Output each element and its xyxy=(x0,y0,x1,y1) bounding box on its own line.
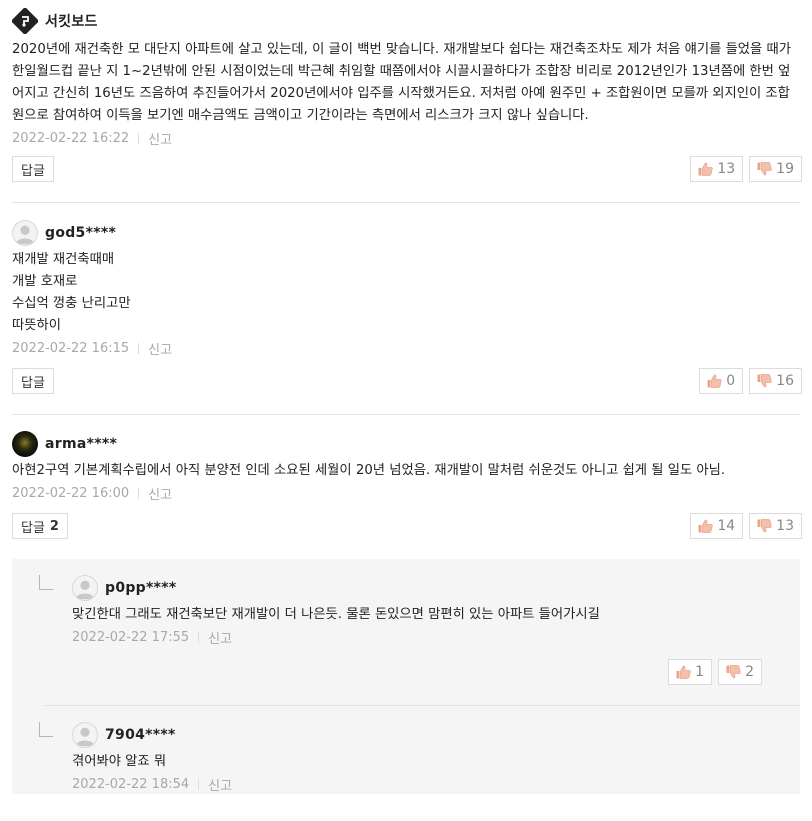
reply-comment: p0pp**** 맞긴한대 그래도 재건축보단 재개발이 더 나은듯. 물론 돈… xyxy=(12,575,800,685)
comment-text: 맞긴한대 그래도 재건축보단 재개발이 더 나은듯. 물론 돈있으면 맘편히 있… xyxy=(72,607,600,622)
comment-actions: 1 2 xyxy=(72,659,780,685)
dislike-button[interactable]: 19 xyxy=(749,156,802,182)
like-count: 14 xyxy=(717,518,736,534)
thumbs-down-icon xyxy=(757,519,772,533)
like-count: 13 xyxy=(717,161,736,177)
dislike-count: 2 xyxy=(745,664,754,680)
comment-text: 아현2구역 기본계획수립에서 아직 분양전 인데 소요된 세월이 20년 넘었음… xyxy=(12,463,726,478)
username[interactable]: 서킷보드 xyxy=(45,11,98,31)
comment-header: p0pp**** xyxy=(72,575,780,601)
reply-section: p0pp**** 맞긴한대 그래도 재건축보단 재개발이 더 나은듯. 물론 돈… xyxy=(12,559,800,794)
thumbs-up-icon xyxy=(698,162,714,176)
report-link[interactable]: 신고 xyxy=(148,484,172,503)
comment-date: 2022-02-22 16:15 xyxy=(12,340,130,356)
reply-button-label: 답글 xyxy=(21,520,45,536)
reply-button[interactable]: 답글 xyxy=(12,156,54,182)
thumbs-down-icon xyxy=(757,374,772,388)
vote-group: 1 2 xyxy=(668,659,762,685)
username[interactable]: 7904**** xyxy=(105,727,176,743)
comment-meta: 2022-02-22 16:22 신고 xyxy=(12,128,812,148)
thumbs-up-icon xyxy=(676,665,691,679)
reply-button[interactable]: 답글 2 xyxy=(12,513,68,539)
comment: arma**** 아현2구역 기본계획수립에서 아직 분양전 인데 소요된 세월… xyxy=(0,415,812,539)
like-button[interactable]: 0 xyxy=(699,368,744,394)
default-avatar-icon[interactable] xyxy=(72,722,98,748)
vote-group: 0 16 xyxy=(699,368,802,394)
reply-branch-icon xyxy=(39,575,53,590)
meta-divider xyxy=(138,132,140,144)
comment-actions: 답글 13 19 xyxy=(12,156,812,182)
comment-text: 2020년에 재건축한 모 대단지 아파트에 살고 있는데, 이 글이 백번 맞… xyxy=(12,42,796,123)
dislike-button[interactable]: 16 xyxy=(749,368,802,394)
thumbs-down-icon xyxy=(757,162,772,176)
meta-divider xyxy=(198,778,200,790)
comment-header: 7904**** xyxy=(72,722,780,748)
default-avatar-icon[interactable] xyxy=(12,220,38,246)
comment-date: 2022-02-22 18:54 xyxy=(72,776,190,792)
comment-meta: 2022-02-22 17:55 신고 xyxy=(72,627,780,647)
vote-group: 13 19 xyxy=(690,156,802,182)
report-link[interactable]: 신고 xyxy=(208,775,232,794)
like-button[interactable]: 1 xyxy=(668,659,713,685)
comment-text: 재개발 재건축때매 개발 호재로 수십억 껑충 난리고만 따뜻하이 xyxy=(12,252,131,333)
comment-meta: 2022-02-22 16:00 신고 xyxy=(12,483,812,503)
report-link[interactable]: 신고 xyxy=(148,129,172,148)
reply-button-label: 답글 xyxy=(21,375,45,391)
comment-header: god5**** xyxy=(12,220,812,246)
comment: god5**** 재개발 재건축때매 개발 호재로 수십억 껑충 난리고만 따뜻… xyxy=(0,203,812,394)
like-button[interactable]: 14 xyxy=(690,513,744,539)
user-photo-avatar[interactable] xyxy=(12,431,38,457)
dislike-count: 13 xyxy=(776,518,794,534)
dislike-count: 19 xyxy=(776,161,794,177)
comment-actions: 답글 2 14 13 xyxy=(12,513,812,539)
vote-group: 14 13 xyxy=(690,513,802,539)
thumbs-up-icon xyxy=(698,519,714,533)
comment-date: 2022-02-22 16:22 xyxy=(12,130,130,146)
comment-date: 2022-02-22 17:55 xyxy=(72,629,190,645)
circuit-board-logo-icon[interactable] xyxy=(12,8,38,34)
meta-divider xyxy=(138,342,140,354)
comment-date: 2022-02-22 16:00 xyxy=(12,485,130,501)
reply-comment: 7904**** 겪어봐야 알죠 뭐 2022-02-22 18:54 신고 xyxy=(12,706,800,794)
meta-divider xyxy=(198,631,200,643)
meta-divider xyxy=(138,487,140,499)
comment: 서킷보드 2020년에 재건축한 모 대단지 아파트에 살고 있는데, 이 글이… xyxy=(0,0,812,182)
comment-meta: 2022-02-22 18:54 신고 xyxy=(72,774,780,794)
reply-button-label: 답글 xyxy=(21,163,45,179)
username[interactable]: p0pp**** xyxy=(105,580,177,596)
username[interactable]: arma**** xyxy=(45,436,117,452)
reply-button[interactable]: 답글 xyxy=(12,368,54,394)
username[interactable]: god5**** xyxy=(45,225,116,241)
report-link[interactable]: 신고 xyxy=(148,339,172,358)
reply-count: 2 xyxy=(49,518,59,534)
dislike-button[interactable]: 2 xyxy=(718,659,762,685)
comment-actions: 답글 0 16 xyxy=(12,368,812,394)
report-link[interactable]: 신고 xyxy=(208,628,232,647)
comment-header: 서킷보드 xyxy=(12,8,812,34)
like-count: 1 xyxy=(695,664,705,680)
like-button[interactable]: 13 xyxy=(690,156,744,182)
comment-header: arma**** xyxy=(12,431,812,457)
thumbs-up-icon xyxy=(707,374,722,388)
default-avatar-icon[interactable] xyxy=(72,575,98,601)
comment-meta: 2022-02-22 16:15 신고 xyxy=(12,338,812,358)
comment-text: 겪어봐야 알죠 뭐 xyxy=(72,754,167,769)
dislike-button[interactable]: 13 xyxy=(749,513,802,539)
like-count: 0 xyxy=(726,373,736,389)
dislike-count: 16 xyxy=(776,373,794,389)
thumbs-down-icon xyxy=(726,665,741,679)
reply-branch-icon xyxy=(39,722,53,737)
